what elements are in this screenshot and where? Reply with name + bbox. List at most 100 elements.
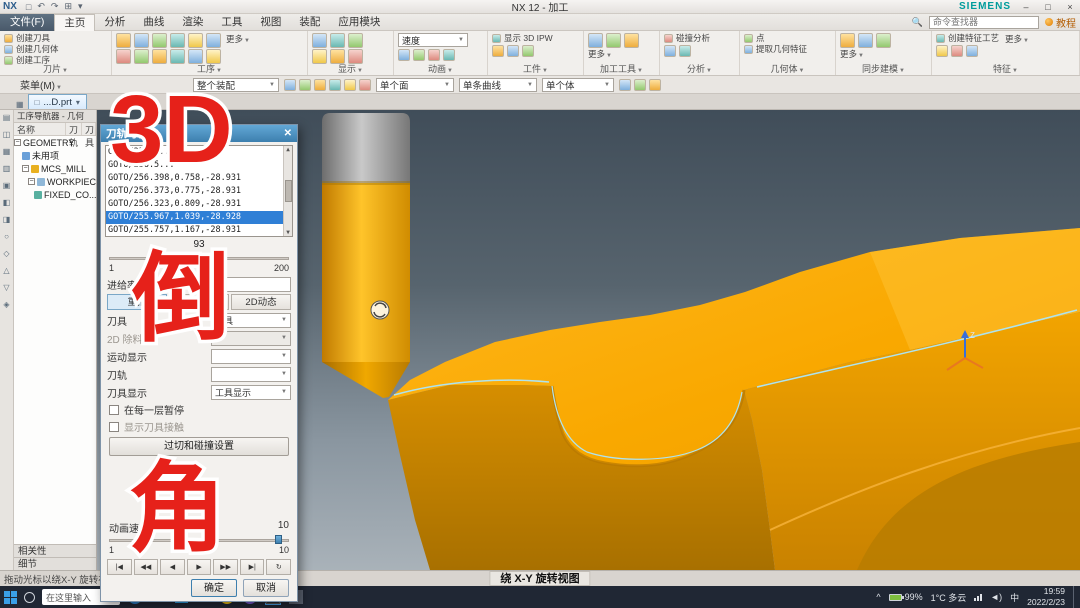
synchronous-more-button[interactable]: 更多▼ [840, 49, 864, 59]
toolpath-select[interactable]: ▼ [211, 366, 291, 382]
fast-forward-button[interactable]: ▶▶ [213, 559, 238, 575]
goto-row-selected[interactable]: GOTO/255.967,1.039,-28.928 [106, 211, 292, 224]
teach-features-icon[interactable] [951, 45, 963, 57]
show-toolpath-icon[interactable] [312, 33, 327, 48]
tab-view[interactable]: 视图 [251, 14, 290, 31]
group-label-animation[interactable]: 动画▼ [394, 63, 487, 75]
menu-button[interactable]: 菜单(M)▼ [14, 76, 68, 93]
machine-tool-navigator-icon[interactable]: ▣ [3, 182, 11, 190]
play-animation-icon[interactable] [398, 49, 410, 61]
measure-icon[interactable] [664, 45, 676, 57]
assembly-navigator-icon[interactable]: ▤ [3, 114, 11, 122]
show-blank-icon[interactable] [312, 49, 327, 64]
tool-library-icon[interactable] [588, 33, 603, 48]
goto-row[interactable]: GOTO/256.6... [106, 146, 292, 159]
hd3d-tools-icon[interactable]: ◨ [3, 216, 11, 224]
process-studio-icon[interactable]: △ [3, 267, 9, 275]
group-label-insert[interactable]: 刀片▼ [0, 63, 111, 75]
roles-icon[interactable]: ◈ [3, 301, 9, 309]
group-label-geometry[interactable]: 几何体▼ [740, 63, 835, 75]
column-name[interactable]: 名称 [14, 123, 66, 135]
generate-toolpath-icon[interactable] [116, 33, 131, 48]
simulate-machine-icon[interactable] [152, 33, 167, 48]
tree-row-unused[interactable]: 未用项 [14, 149, 96, 162]
ime-indicator[interactable]: 中 [1010, 591, 1019, 604]
quick-access-dropdown-icon[interactable]: ▾ [78, 1, 83, 12]
web-browser-icon[interactable]: ○ [4, 233, 9, 241]
scroll-up-icon[interactable]: ▲ [286, 146, 290, 153]
weather-indicator[interactable]: 1°C 多云 [931, 591, 967, 604]
show-tool-icon[interactable] [330, 33, 345, 48]
deviation-icon[interactable] [679, 45, 691, 57]
tab-curve[interactable]: 曲线 [134, 14, 173, 31]
tree-row-geometry[interactable]: − GEOMETRY [14, 136, 96, 149]
step-back-button[interactable]: ◀ [160, 559, 185, 575]
point-button[interactable]: 点 [744, 33, 831, 43]
delete-toolpath-icon[interactable] [188, 49, 203, 64]
section-details[interactable]: 细节 [14, 557, 96, 570]
operation-more-button[interactable]: 更多▼ [226, 33, 250, 45]
tutorial-button[interactable]: 教程 [1045, 15, 1076, 30]
group-label-machining-tools[interactable]: 加工工具▼ [584, 63, 659, 75]
filter-curve-select[interactable]: 单条曲线 ▼ [458, 77, 537, 92]
group-label-synchronous[interactable]: 同步建模▼ [836, 63, 931, 75]
goto-row[interactable]: GOTO/255.757,1.167,-28.931 [106, 224, 292, 236]
loop-button[interactable]: ↻ [266, 559, 292, 575]
filter-face-select[interactable]: 单个面 ▼ [375, 77, 454, 92]
group-label-feature[interactable]: 特征▼ [932, 63, 1079, 75]
go-to-start-button[interactable]: |◀ [107, 559, 132, 575]
feature-navigator-icon[interactable] [966, 45, 978, 57]
tree-row-mcs-mill[interactable]: − MCS_MILL [14, 162, 96, 175]
filter-body-select[interactable]: 单个体 ▼ [541, 77, 614, 92]
show-check-icon[interactable] [330, 49, 345, 64]
section-dependencies[interactable]: 相关性 [14, 544, 96, 557]
create-tool-button[interactable]: 创建刀具 [4, 33, 107, 43]
machining-tools-more-button[interactable]: 更多▼ [588, 49, 612, 59]
move-face-icon[interactable] [840, 33, 855, 48]
history-icon[interactable]: ◇ [3, 250, 9, 258]
create-feature-process-button[interactable]: 创建特征工艺 [936, 33, 999, 43]
select-all-icon[interactable] [633, 78, 646, 91]
close-button[interactable]: × [1063, 2, 1077, 12]
pull-face-icon[interactable] [858, 33, 873, 48]
step-animation-icon[interactable] [443, 49, 455, 61]
cortana-icon[interactable] [24, 591, 35, 603]
minimize-button[interactable]: – [1019, 2, 1033, 12]
constraint-navigator-icon[interactable]: ◫ [3, 131, 11, 139]
postprocess-icon[interactable] [170, 33, 185, 48]
show-ipw-icon[interactable] [348, 49, 363, 64]
battery-indicator[interactable]: 99% [888, 592, 923, 602]
window-menu-icon[interactable]: ⊞ [64, 1, 72, 12]
tray-expand-icon[interactable]: ^ [876, 592, 880, 602]
document-tab[interactable]: □ ...D.prt ▾ [27, 94, 87, 109]
collision-analysis-button[interactable]: 碰撞分析 [664, 33, 735, 43]
show-workpiece-icon[interactable] [348, 33, 363, 48]
tool-select[interactable]: 刀具 ▼ [211, 312, 291, 328]
tab-3d-dynamic[interactable]: 3D动态 [169, 294, 229, 310]
cancel-button[interactable]: 取消 [243, 579, 289, 597]
column-tool[interactable]: 刀具 [82, 123, 96, 148]
snap-quadrant-icon[interactable] [358, 78, 371, 91]
motion-display-select[interactable]: ▼ [211, 348, 291, 364]
group-label-operation[interactable]: 工序▼ [112, 63, 307, 75]
tab-tools[interactable]: 工具 [212, 14, 251, 31]
snap-center-icon[interactable] [328, 78, 341, 91]
tree-row-fixed-contour[interactable]: FIXED_CO... [14, 188, 96, 201]
tab-analysis[interactable]: 分析 [95, 14, 134, 31]
snap-endpoint-icon[interactable] [298, 78, 311, 91]
ok-button[interactable]: 确定 [191, 579, 237, 597]
start-button[interactable] [4, 590, 17, 604]
scroll-down-icon[interactable]: ▼ [286, 229, 290, 236]
list-toolpath-icon[interactable] [206, 33, 221, 48]
redo-icon[interactable]: ↷ [51, 1, 59, 12]
dialog-title-bar[interactable]: 刀轨可视化 ✕ [101, 125, 297, 142]
rewind-button[interactable]: ◀◀ [133, 559, 159, 575]
tab-home[interactable]: 主页 [54, 13, 96, 31]
tab-assembly[interactable]: 装配 [290, 14, 329, 31]
gouge-check-icon[interactable] [116, 49, 131, 64]
group-label-workpiece[interactable]: 工件▼ [488, 63, 583, 75]
tool-tracking-icon[interactable] [606, 33, 621, 48]
goto-row[interactable]: GOTO/256.398,0.758,-28.931 [106, 172, 292, 185]
save-icon[interactable]: □ [26, 2, 31, 12]
undo-icon[interactable]: ↶ [37, 1, 45, 12]
